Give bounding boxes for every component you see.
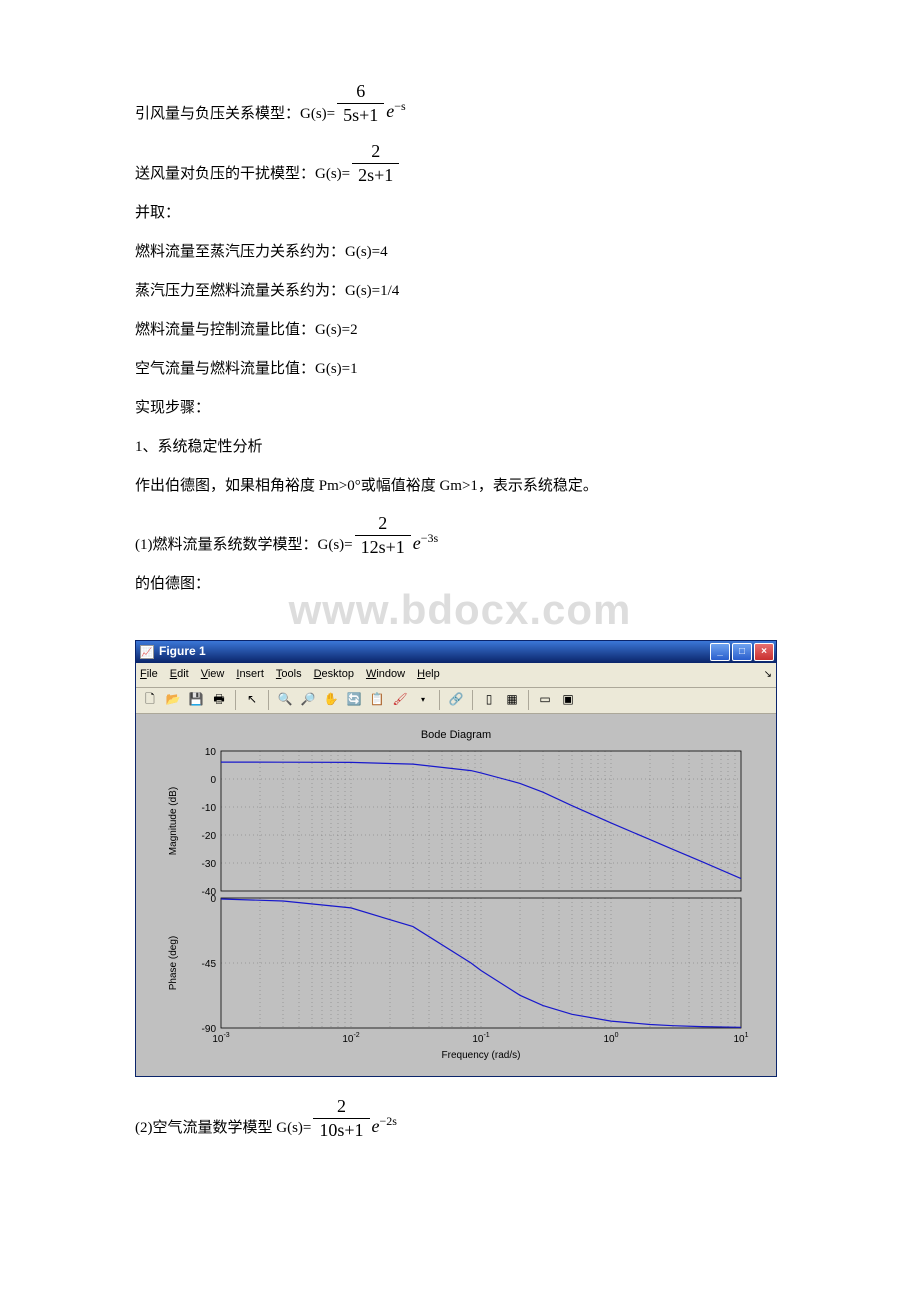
formula-line-1: 引风量与负压关系模型：G(s)= 6 5s+1 e−s [135,80,785,128]
ytick: -10 [202,803,217,814]
separator [235,690,236,710]
xtick: 101 [733,1032,748,1045]
xtick: 10-1 [472,1032,489,1045]
exponent: −3s [421,531,438,545]
text-line: 并取： [135,200,785,227]
dropdown-icon[interactable]: ▾ [413,690,433,710]
ytick: 0 [210,775,216,786]
exponent: −s [394,99,405,113]
formula-line-2: 送风量对负压的干扰模型：G(s)= 2 2s+1 [135,140,785,188]
formula-line-11: (1)燃料流量系统数学模型：G(s)= 2 12s+1 e−3s [135,512,785,560]
hide-icon[interactable]: ▭ [535,690,555,710]
separator [439,690,440,710]
text-line: 蒸汽压力至燃料流量关系约为：G(s)=1/4 [135,278,785,305]
colorbar-icon[interactable]: ▯ [479,690,499,710]
denominator: 2s+1 [352,164,399,187]
menu-edit[interactable]: Edit [170,665,189,685]
window-title: Figure 1 [159,641,206,663]
xtick: 100 [603,1032,618,1045]
fraction: 2 2s+1 [352,140,399,188]
separator [268,690,269,710]
print-icon[interactable]: 🖶 [209,690,229,710]
text-line: 作出伯德图，如果相角裕度 Pm>0°或幅值裕度 Gm>1，表示系统稳定。 [135,473,785,500]
plot-area: Bode Diagram [136,714,776,1076]
menu-window[interactable]: Window [366,665,405,685]
ytick: -20 [202,831,217,842]
fraction: 2 10s+1 [313,1095,369,1143]
denominator: 5s+1 [337,104,384,127]
menu-help[interactable]: Help [417,665,440,685]
menu-insert[interactable]: Insert [236,665,264,685]
bode-plot: 10 0 -10 -20 -30 -40 Magnitude (dB) [156,746,756,1066]
text-line: 空气流量与燃料流量比值：G(s)=1 [135,356,785,383]
menu-dropdown-icon[interactable]: ↘ [764,666,772,684]
matlab-figure-icon: 📈 [140,645,154,659]
datatip-icon[interactable]: 📋 [367,690,387,710]
ytick: -30 [202,859,217,870]
new-icon[interactable]: 🗋 [140,690,160,710]
e: e [413,533,421,553]
denominator: 10s+1 [313,1119,369,1142]
zoom-out-icon[interactable]: 🔎 [298,690,318,710]
separator [472,690,473,710]
brush-icon[interactable]: 🖌 [390,690,410,710]
titlebar[interactable]: 📈 Figure 1 _ □ × [136,641,776,663]
exponential: e−3s [413,527,438,559]
exponential: e−2s [372,1110,397,1142]
text-line: 燃料流量至蒸汽压力关系约为：G(s)=4 [135,239,785,266]
menu-tools[interactable]: Tools [276,665,302,685]
rotate-icon[interactable]: 🔄 [344,690,364,710]
denominator: 12s+1 [355,536,411,559]
formula-line-13: (2)空气流量数学模型 G(s)= 2 10s+1 e−2s [135,1095,785,1143]
menu-view[interactable]: View [201,665,225,685]
numerator: 6 [337,80,384,104]
menu-desktop[interactable]: Desktop [314,665,354,685]
menu-file[interactable]: File [140,665,158,685]
text-line: 1、系统稳定性分析 [135,434,785,461]
e: e [372,1116,380,1136]
maximize-button[interactable]: □ [732,643,752,661]
numerator: 2 [313,1095,369,1119]
figure-window: 📈 Figure 1 _ □ × File Edit View Insert T… [135,640,777,1077]
exponential: e−s [386,95,405,127]
text: 引风量与负压关系模型：G(s)= [135,101,335,128]
show-icon[interactable]: ▣ [558,690,578,710]
text: 送风量对负压的干扰模型：G(s)= [135,161,350,188]
text-line: 燃料流量与控制流量比值：G(s)=2 [135,317,785,344]
exponent: −2s [380,1114,397,1128]
numerator: 2 [355,512,411,536]
xtick: 10-2 [342,1032,359,1045]
text-line: 实现步骤： [135,395,785,422]
toolbar: 🗋 📂 💾 🖶 ↖ 🔍 🔎 ✋ 🔄 📋 🖌 ▾ 🔗 ▯ ▦ ▭ ▣ [136,688,776,714]
minimize-button[interactable]: _ [710,643,730,661]
separator [528,690,529,710]
ylabel-phase: Phase (deg) [168,935,179,989]
xlabel: Frequency (rad/s) [442,1050,521,1061]
plot-title: Bode Diagram [156,726,756,746]
menubar: File Edit View Insert Tools Desktop Wind… [136,663,776,688]
ytick: -45 [202,959,217,970]
fraction: 2 12s+1 [355,512,411,560]
xtick: 10-3 [212,1032,229,1045]
fraction: 6 5s+1 [337,80,384,128]
save-icon[interactable]: 💾 [186,690,206,710]
legend-icon[interactable]: ▦ [502,690,522,710]
ytick: 10 [205,747,217,758]
ylabel-magnitude: Magnitude (dB) [168,786,179,854]
pan-icon[interactable]: ✋ [321,690,341,710]
zoom-in-icon[interactable]: 🔍 [275,690,295,710]
close-button[interactable]: × [754,643,774,661]
text: (1)燃料流量系统数学模型：G(s)= [135,532,353,559]
ytick: 0 [210,894,216,905]
open-icon[interactable]: 📂 [163,690,183,710]
text-line: 的伯德图： [135,571,785,598]
link-icon[interactable]: 🔗 [446,690,466,710]
pointer-icon[interactable]: ↖ [242,690,262,710]
numerator: 2 [352,140,399,164]
text: (2)空气流量数学模型 G(s)= [135,1115,311,1142]
